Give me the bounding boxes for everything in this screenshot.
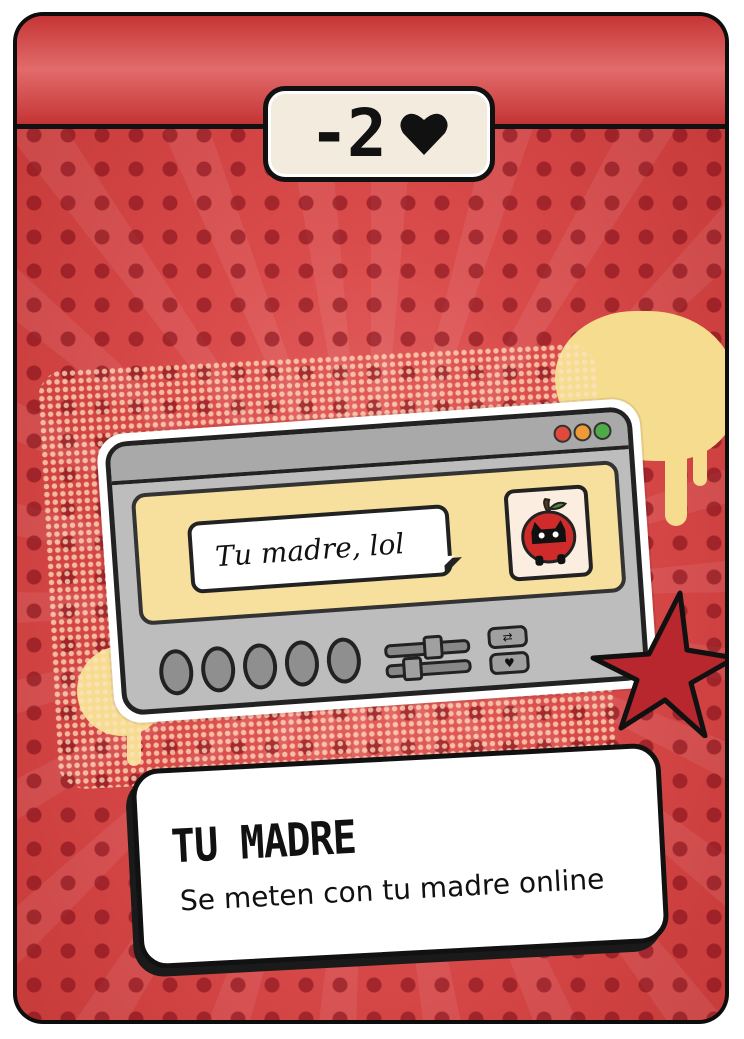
slider-knob [401, 656, 424, 682]
oval-button [325, 636, 363, 685]
oval-button [283, 639, 321, 688]
close-dot-icon [552, 424, 573, 444]
heart-small-icon: ♥ [488, 650, 531, 676]
paint-drip [665, 436, 687, 526]
cost-badge: -2 [263, 86, 495, 182]
chat-message: Tu madre, lol [214, 526, 406, 573]
avatar [503, 484, 594, 582]
chat-window: Tu madre, lol ⇄ ♥ [95, 397, 659, 725]
oval-button [241, 642, 279, 691]
minimize-dot-icon [572, 422, 593, 442]
game-card[interactable]: Tu madre, lol ⇄ ♥ -2 TU MADRE Se meten c… [13, 12, 729, 1024]
maximize-dot-icon [592, 421, 613, 441]
chat-window-body: Tu madre, lol ⇄ ♥ [104, 405, 650, 717]
heart-icon [400, 113, 448, 155]
apple-cat-icon [521, 498, 577, 566]
oval-button [157, 648, 195, 697]
slider [385, 656, 473, 682]
speech-bubble-tail [443, 557, 464, 575]
chat-panel: Tu madre, lol [130, 459, 627, 626]
card-description: Se meten con tu madre online [179, 862, 606, 918]
card-info-box: TU MADRE Se meten con tu madre online [124, 742, 670, 979]
slider-knob [422, 634, 444, 660]
speech-bubble: Tu madre, lol [186, 503, 454, 594]
repeat-icon: ⇄ [486, 624, 529, 650]
cost-value: -2 [309, 95, 386, 172]
card-art: Tu madre, lol ⇄ ♥ -2 TU MADRE Se meten c… [17, 16, 725, 1020]
paint-drip [693, 426, 707, 486]
slider [383, 634, 471, 660]
window-controls: ⇄ ♥ [157, 618, 630, 701]
info-panel: TU MADRE Se meten con tu madre online [130, 742, 670, 970]
star-icon [590, 590, 725, 738]
oval-button [199, 645, 237, 694]
card-title: TU MADRE [169, 811, 358, 874]
